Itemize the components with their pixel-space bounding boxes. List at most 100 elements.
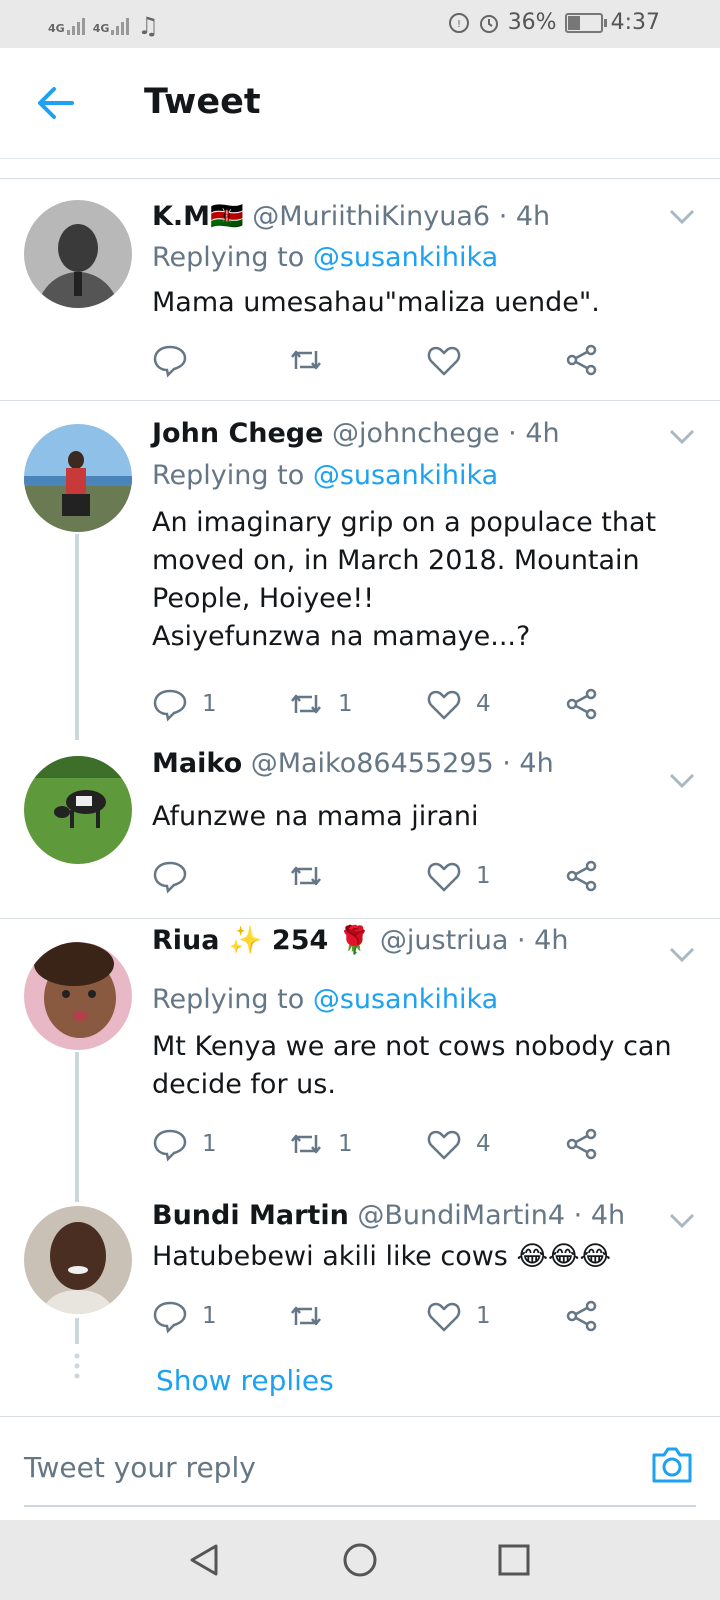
tweet-header: K.M🇰🇪 @MuriithiKinyua6 · 4h <box>152 200 550 232</box>
retweet-icon <box>291 866 321 886</box>
reply-input[interactable]: Tweet your reply <box>24 1451 256 1484</box>
tweet-header: Bundi Martin @BundiMartin4 · 4h <box>152 1200 625 1231</box>
handle-time: @justriua · 4h <box>379 925 569 956</box>
divider <box>0 178 720 179</box>
share-button[interactable] <box>564 684 600 724</box>
display-name[interactable]: John Chege <box>152 418 323 449</box>
tweet-text: Afunzwe na mama jirani <box>152 801 479 832</box>
battery-icon <box>564 12 607 33</box>
share-button[interactable] <box>564 1296 600 1336</box>
page-title: Tweet <box>144 82 261 122</box>
display-name[interactable]: Bundi Martin <box>152 1200 349 1231</box>
retweet-icon <box>291 1134 321 1154</box>
retweet-icon <box>291 1306 321 1326</box>
retweet-button[interactable] <box>288 1296 338 1336</box>
reply-button[interactable] <box>152 340 202 380</box>
tweet-actions <box>152 340 632 380</box>
avatar[interactable] <box>24 756 132 864</box>
tweet-actions: 1 1 4 <box>152 684 632 724</box>
avatar[interactable] <box>24 200 132 308</box>
avatar[interactable] <box>24 1206 132 1314</box>
replying-to: Replying to @susankihika <box>152 460 499 491</box>
top-app-bar: Tweet <box>0 48 720 159</box>
handle-time: @BundiMartin4 · 4h <box>357 1200 626 1231</box>
camera-icon[interactable] <box>650 1445 694 1485</box>
input-underline <box>24 1505 696 1507</box>
signal-1: 4G <box>48 17 85 35</box>
chevron-down-icon[interactable] <box>668 1212 696 1230</box>
tweet-text: Mt Kenya we are not cows nobody can deci… <box>152 1031 672 1100</box>
chevron-down-icon[interactable] <box>668 428 696 446</box>
retweet-button[interactable] <box>288 856 338 896</box>
thread-line <box>75 1052 79 1202</box>
heart-icon <box>427 1302 461 1332</box>
display-name[interactable]: Riua ✨ 254 🌹 <box>152 925 371 956</box>
share-icon <box>566 688 597 720</box>
thread-line <box>75 534 79 740</box>
reply-icon <box>153 689 187 722</box>
data-saver-icon: ! <box>448 12 469 33</box>
heart-icon <box>427 690 461 720</box>
reply-button[interactable] <box>152 856 202 896</box>
tweet-header: Riua ✨ 254 🌹 @justriua · 4h <box>152 924 568 956</box>
battery-percent: 36% <box>507 10 557 35</box>
back-nav-icon[interactable] <box>184 1540 224 1580</box>
display-name[interactable]: K.M🇰🇪 <box>152 201 244 232</box>
retweet-button[interactable] <box>288 340 338 380</box>
like-button[interactable]: 1 <box>426 856 491 896</box>
display-name[interactable]: Maiko <box>152 748 242 779</box>
heart-icon <box>427 1130 461 1160</box>
replying-handle-link[interactable]: @susankihika <box>313 984 498 1015</box>
retweet-button[interactable]: 1 <box>288 684 353 724</box>
like-button[interactable] <box>426 340 476 380</box>
more-replies-dots-icon <box>74 1353 80 1379</box>
reply-composer: Tweet your reply <box>0 1416 720 1507</box>
tweet-actions: 1 <box>152 856 632 896</box>
chevron-down-icon[interactable] <box>668 946 696 964</box>
share-button[interactable] <box>564 856 600 896</box>
tweet-actions: 1 1 <box>152 1296 632 1336</box>
share-icon <box>566 344 597 376</box>
retweet-button[interactable]: 1 <box>288 1124 353 1164</box>
chevron-down-icon[interactable] <box>668 208 696 226</box>
share-button[interactable] <box>564 340 600 380</box>
thread-line <box>75 1318 79 1344</box>
like-button[interactable]: 1 <box>426 1296 491 1336</box>
tweet-header: Maiko @Maiko86455295 · 4h <box>152 748 554 779</box>
music-icon: ♫ <box>137 12 159 40</box>
chevron-down-icon[interactable] <box>668 772 696 790</box>
retweet-icon <box>291 694 321 714</box>
avatar[interactable] <box>24 942 132 1050</box>
reply-button[interactable]: 1 <box>152 1296 217 1336</box>
home-nav-icon[interactable] <box>340 1540 380 1580</box>
retweet-icon <box>291 350 321 370</box>
heart-icon <box>427 862 461 892</box>
tweet-text: An imaginary grip on a populace that mov… <box>152 507 657 652</box>
reply-button[interactable]: 1 <box>152 1124 217 1164</box>
system-nav-bar <box>0 1520 720 1600</box>
share-icon <box>566 860 597 892</box>
share-button[interactable] <box>564 1124 600 1164</box>
recents-nav-icon[interactable] <box>494 1540 534 1580</box>
reply-button[interactable]: 1 <box>152 684 217 724</box>
svg-text:!: ! <box>457 19 461 30</box>
clock: 4:37 <box>610 10 660 35</box>
back-arrow-icon[interactable] <box>36 86 76 120</box>
avatar[interactable] <box>24 424 132 532</box>
handle-time: @Maiko86455295 · 4h <box>250 748 554 779</box>
signal-2: 4G <box>93 17 130 35</box>
divider <box>0 918 720 919</box>
replying-handle-link[interactable]: @susankihika <box>313 460 498 491</box>
reply-icon <box>153 1129 187 1162</box>
show-replies-link[interactable]: Show replies <box>156 1364 334 1397</box>
like-button[interactable]: 4 <box>426 684 491 724</box>
reply-icon <box>153 1301 187 1334</box>
tweet-text: Hatubebewi akili like cows 😂😂😂 <box>152 1241 612 1272</box>
like-button[interactable]: 4 <box>426 1124 491 1164</box>
status-bar: 4G 4G ♫ ! 36% 4:37 <box>0 0 720 48</box>
replying-handle-link[interactable]: @susankihika <box>313 242 498 273</box>
divider <box>0 400 720 401</box>
alarm-icon <box>479 14 498 33</box>
replying-to: Replying to @susankihika <box>152 984 499 1015</box>
handle-time: @MuriithiKinyua6 · 4h <box>252 201 551 232</box>
